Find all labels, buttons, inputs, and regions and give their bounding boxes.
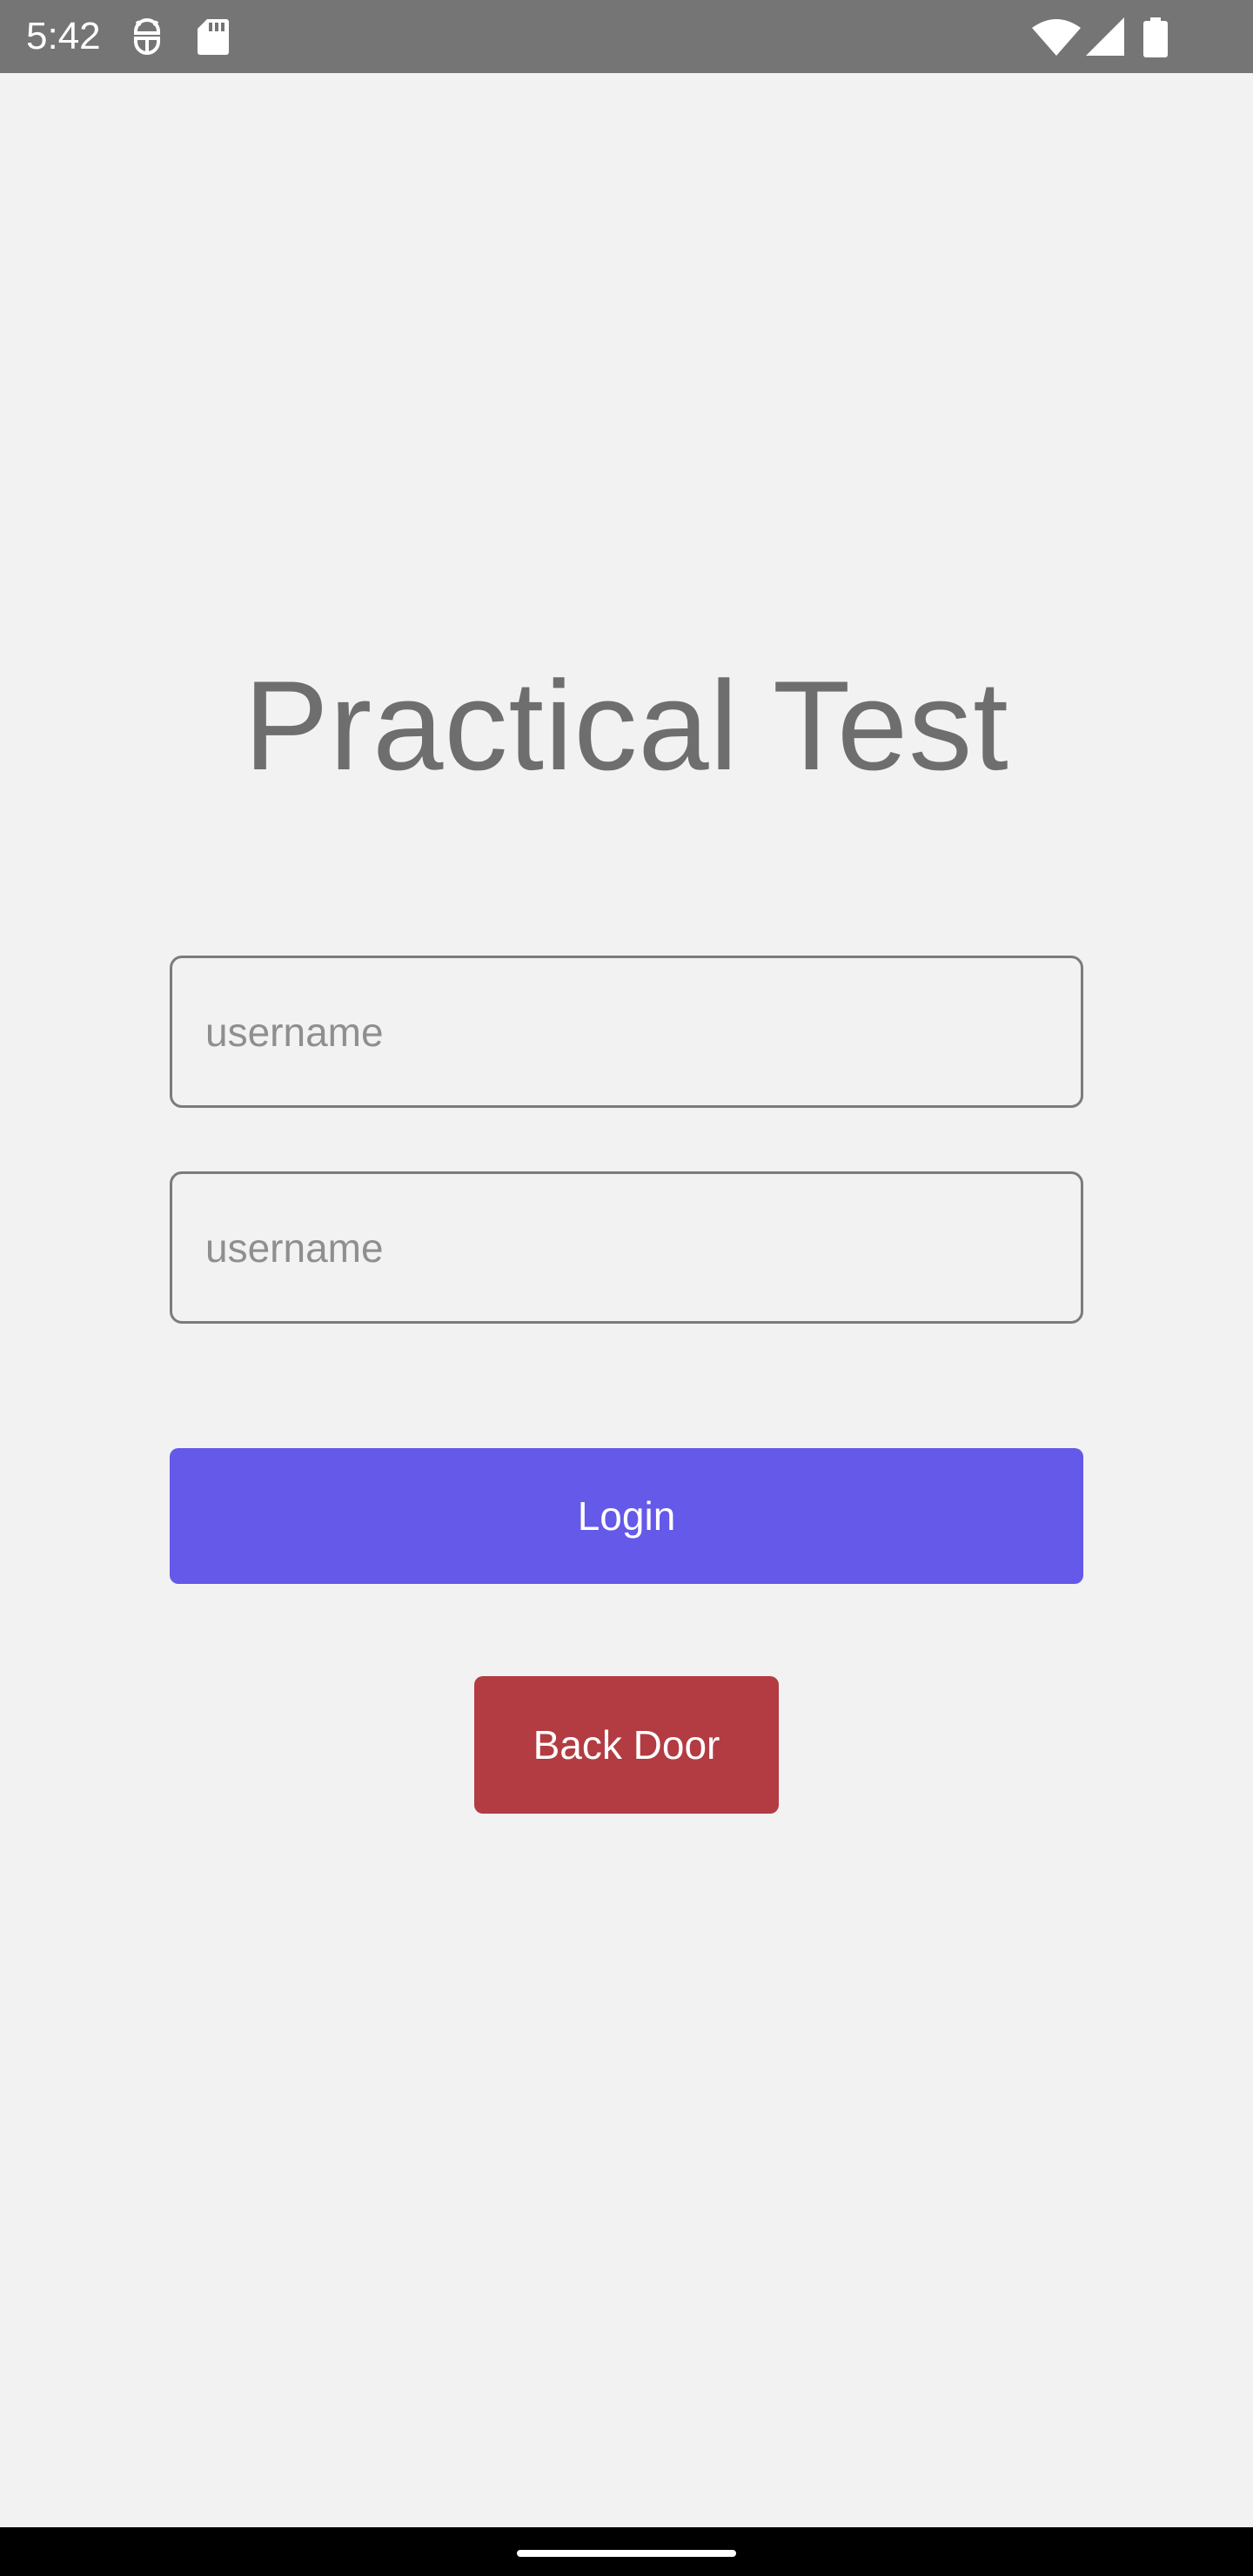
login-button[interactable]: Login <box>170 1448 1083 1584</box>
cell-signal-icon <box>1086 17 1124 56</box>
status-time: 5:42 <box>26 15 101 57</box>
status-bar: 5:42 <box>0 0 1253 73</box>
wifi-icon <box>1032 19 1081 56</box>
sd-card-icon <box>198 19 229 55</box>
username-input[interactable] <box>170 956 1083 1108</box>
battery-icon <box>1143 17 1168 57</box>
android-debug-icon <box>134 18 160 55</box>
home-indicator[interactable] <box>517 2550 736 2557</box>
page-title: Practical Test <box>244 654 1009 796</box>
second-credential-input[interactable] <box>170 1171 1083 1324</box>
back-door-button[interactable]: Back Door <box>474 1676 779 1814</box>
